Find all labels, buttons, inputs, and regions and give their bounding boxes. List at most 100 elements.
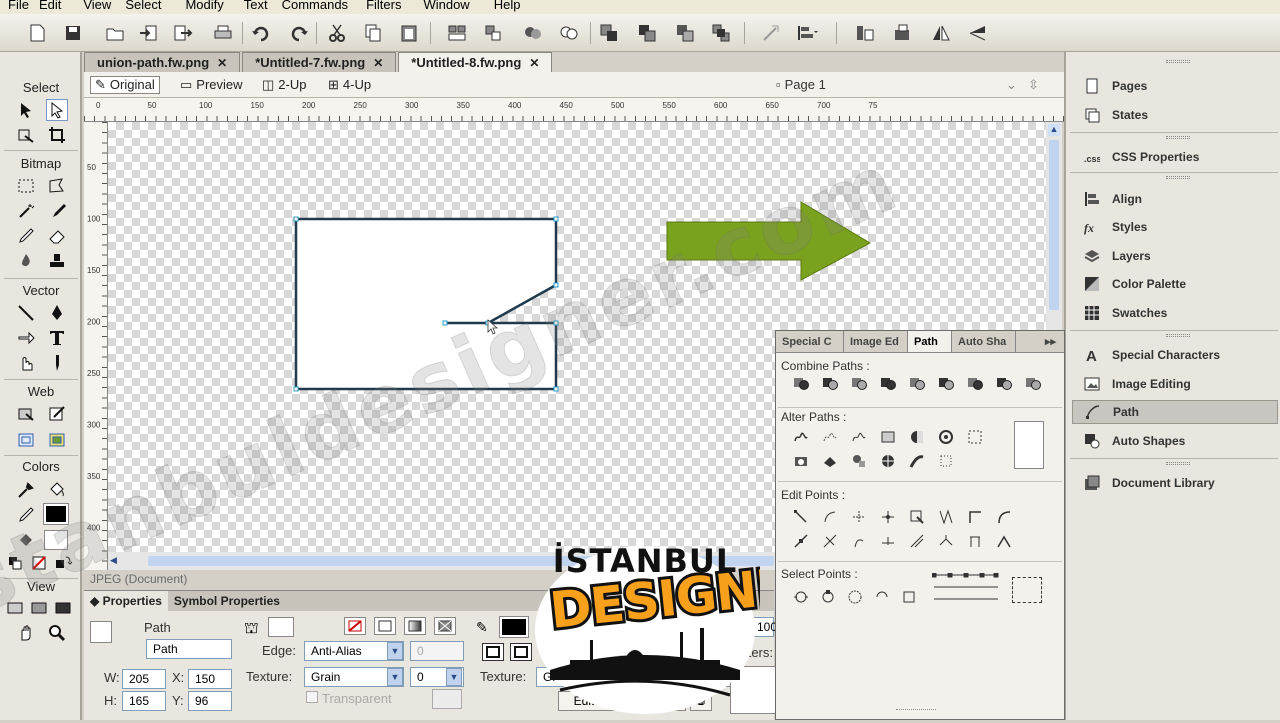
select-point-2-icon[interactable]	[817, 587, 839, 607]
tab-special-characters[interactable]: Special C	[776, 331, 844, 352]
paste-icon[interactable]	[398, 22, 420, 44]
texture-preview[interactable]	[432, 689, 462, 709]
open-icon[interactable]	[104, 22, 126, 44]
lasso-tool-icon[interactable]	[46, 175, 68, 197]
x-field[interactable]: 150	[188, 669, 232, 689]
show-slices-icon[interactable]	[46, 429, 68, 451]
pen-tool-icon[interactable]	[46, 302, 68, 324]
scroll-up-icon[interactable]: ▲	[1048, 124, 1060, 136]
menu-text[interactable]: Text	[230, 0, 274, 12]
preview-view-button[interactable]: ▭ Preview	[180, 76, 243, 94]
import-icon[interactable]	[138, 22, 160, 44]
tab-auto-shapes[interactable]: Auto Sha	[952, 331, 1016, 352]
texture-amount-dropdown-icon[interactable]: ▼	[446, 668, 462, 686]
alter-path-b-7-icon[interactable]	[964, 451, 986, 471]
select-point-5-icon[interactable]	[898, 587, 920, 607]
undo-icon[interactable]	[250, 22, 272, 44]
menu-select[interactable]: Select	[117, 0, 167, 12]
menu-view[interactable]: View	[67, 0, 117, 12]
eraser-tool-icon[interactable]	[46, 225, 68, 247]
blur-tool-icon[interactable]	[15, 250, 37, 272]
panel-states[interactable]: States	[1072, 103, 1278, 127]
pointer-tool-icon[interactable]	[15, 99, 37, 121]
combine-path-9-icon[interactable]	[1022, 373, 1044, 393]
marquee-tool-icon[interactable]	[15, 175, 37, 197]
swap-colors-icon[interactable]	[52, 552, 74, 574]
close-tab-icon[interactable]: ✕	[217, 56, 227, 70]
magic-wand-tool-icon[interactable]	[15, 200, 37, 222]
alter-path-5-icon[interactable]	[906, 427, 928, 447]
panel-swatches[interactable]: Swatches	[1072, 301, 1278, 325]
combine-path-8-icon[interactable]	[993, 373, 1015, 393]
texture-dropdown-icon[interactable]: ▼	[387, 668, 403, 686]
edit-point-b-8-icon[interactable]	[993, 531, 1015, 551]
slice-tool-icon[interactable]	[46, 403, 68, 425]
fill-solid-icon[interactable]	[374, 617, 396, 635]
fill-color-icon[interactable]	[15, 530, 37, 552]
send-back-icon[interactable]	[710, 22, 732, 44]
flip-vertical-icon[interactable]	[966, 22, 988, 44]
bring-front-icon[interactable]	[598, 22, 620, 44]
cut-icon[interactable]	[326, 22, 348, 44]
panel-document-library[interactable]: Document Library	[1072, 471, 1278, 495]
select-point-4-icon[interactable]	[871, 587, 893, 607]
default-colors-icon[interactable]	[4, 552, 26, 574]
close-tab-icon[interactable]: ✕	[373, 56, 383, 70]
alter-path-b-2-icon[interactable]	[819, 451, 841, 471]
scroll-thumb-vertical[interactable]	[1049, 140, 1059, 310]
y-field[interactable]: 96	[188, 691, 232, 711]
alter-path-b-6-icon[interactable]	[935, 451, 957, 471]
doc-tab-active[interactable]: *Untitled-8.fw.png ✕	[398, 52, 553, 72]
pencil-tool-icon[interactable]	[15, 225, 37, 247]
edit-point-b-9-icon[interactable]	[1022, 531, 1044, 551]
edit-point-b-6-icon[interactable]	[935, 531, 957, 551]
stroke-color-icon[interactable]	[15, 504, 37, 526]
combine-path-7-icon[interactable]	[964, 373, 986, 393]
align-dropdown-icon[interactable]	[796, 22, 818, 44]
stroke-swatch[interactable]	[499, 616, 529, 638]
edit-point-7-icon[interactable]	[964, 507, 986, 527]
tab-image-editing[interactable]: Image Ed	[844, 331, 908, 352]
alter-path-b-5-icon[interactable]	[906, 451, 928, 471]
flip-horizontal-icon[interactable]	[930, 22, 952, 44]
edit-point-b-5-icon[interactable]	[906, 531, 928, 551]
rotate-ccw-icon[interactable]	[854, 22, 876, 44]
panel-special-characters[interactable]: A Special Characters	[1072, 343, 1278, 367]
fill-none-icon[interactable]	[344, 617, 366, 635]
eyedropper-tool-icon[interactable]	[15, 479, 37, 501]
page-options-icon[interactable]: ⇳	[1028, 76, 1039, 94]
scale-tool-icon[interactable]	[15, 124, 37, 146]
menu-modify[interactable]: Modify	[167, 0, 229, 12]
rubber-stamp-tool-icon[interactable]	[46, 250, 68, 272]
fill-swatch[interactable]	[268, 617, 294, 637]
hotspot-tool-icon[interactable]	[15, 403, 37, 425]
freeform-tool-icon[interactable]	[15, 352, 37, 374]
panel-styles[interactable]: fx Styles	[1072, 215, 1278, 239]
stroke-center-icon[interactable]	[482, 643, 504, 661]
alter-path-2-icon[interactable]	[819, 427, 841, 447]
knife-tool-icon[interactable]	[46, 352, 68, 374]
alter-path-6-icon[interactable]	[935, 427, 957, 447]
select-points-graphic[interactable]	[931, 572, 1002, 603]
edit-point-b-2-icon[interactable]	[819, 531, 841, 551]
menu-commands[interactable]: Commands	[274, 0, 354, 12]
edit-point-8-icon[interactable]	[993, 507, 1015, 527]
edit-point-9-icon[interactable]	[1022, 507, 1044, 527]
paint-bucket-tool-icon[interactable]	[46, 479, 68, 501]
alter-path-b-3-icon[interactable]	[848, 451, 870, 471]
rotate-cw-icon[interactable]	[892, 22, 914, 44]
fill-gradient-icon[interactable]	[404, 617, 426, 635]
edit-point-b-7-icon[interactable]	[964, 531, 986, 551]
text-tool-icon[interactable]	[46, 327, 68, 349]
zoom-tool-icon[interactable]	[46, 622, 68, 644]
menu-file[interactable]: File	[8, 0, 35, 12]
two-up-view-button[interactable]: ◫ 2-Up	[262, 76, 306, 94]
edge-value-field[interactable]: 0	[410, 641, 464, 661]
select-point-1-icon[interactable]	[790, 587, 812, 607]
alter-path-4-icon[interactable]	[877, 427, 899, 447]
edit-point-3-icon[interactable]	[848, 507, 870, 527]
print-icon[interactable]	[212, 22, 234, 44]
group-icon[interactable]	[446, 22, 468, 44]
edit-point-b-1-icon[interactable]	[790, 531, 812, 551]
width-field[interactable]: 205	[122, 669, 166, 689]
